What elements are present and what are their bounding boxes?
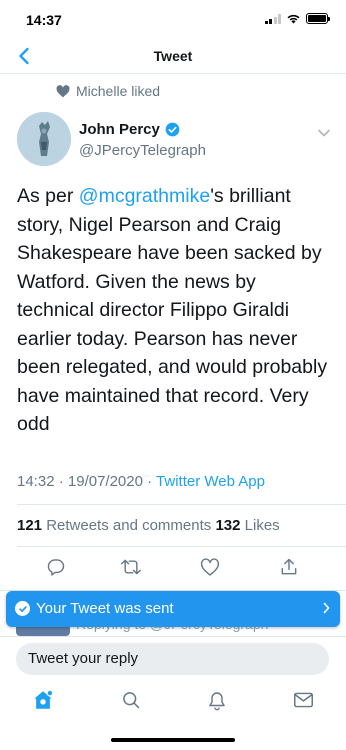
retweet-button[interactable]: [120, 556, 142, 578]
tab-bar: [0, 684, 346, 720]
chevron-down-icon: [318, 129, 330, 137]
tweet-text: As per @mcgrathmike's brilliant story, N…: [17, 182, 335, 439]
tab-notifications[interactable]: [205, 688, 229, 712]
home-icon: [34, 689, 54, 709]
heart-icon: [56, 84, 70, 97]
home-indicator[interactable]: [111, 738, 235, 742]
meta-separator: ·: [142, 473, 157, 490]
tweet-stats: 121 Retweets and comments 132 Likes: [17, 517, 280, 534]
signal-icon: [264, 13, 281, 24]
status-bar: 14:37: [0, 0, 346, 40]
comment-icon: [47, 559, 65, 576]
meta-separator: ·: [54, 473, 68, 490]
mention-link[interactable]: @mcgrathmike: [79, 185, 210, 207]
tab-messages[interactable]: [291, 688, 315, 712]
tab-search[interactable]: [119, 688, 143, 712]
likes-count: 132: [215, 517, 241, 534]
divider: [17, 546, 346, 547]
share-icon: [281, 558, 297, 575]
tweet-text-body: 's brilliant story, Nigel Pearson and Cr…: [17, 185, 328, 435]
avatar[interactable]: [17, 112, 71, 166]
status-time: 14:37: [26, 12, 62, 28]
retweets-stat[interactable]: 121 Retweets and comments: [17, 517, 215, 534]
author-name[interactable]: John Percy: [79, 121, 160, 138]
divider: [17, 504, 346, 505]
battery-icon: [306, 13, 330, 24]
search-icon: [123, 692, 140, 709]
tweet-source-link[interactable]: Twitter Web App: [156, 473, 265, 490]
reply-bar: Tweet your reply: [0, 636, 346, 684]
social-context[interactable]: Michelle liked: [56, 83, 160, 99]
like-button[interactable]: [199, 556, 221, 578]
comment-button[interactable]: [45, 556, 67, 578]
notifications-icon: [209, 691, 225, 710]
nav-bar: Tweet: [0, 40, 346, 74]
social-context-text: Michelle liked: [76, 83, 161, 99]
checkmark-icon: [15, 601, 30, 616]
tweet-time: 14:32: [17, 473, 55, 490]
author-name-row[interactable]: John Percy: [79, 121, 180, 138]
reply-input[interactable]: Tweet your reply: [16, 643, 329, 675]
tab-home[interactable]: [31, 688, 55, 712]
tweet-meta: 14:32 · 19/07/2020 · Twitter Web App: [17, 473, 265, 490]
messages-icon: [293, 692, 313, 708]
author-handle[interactable]: @JPercyTelegraph: [79, 142, 206, 159]
retweets-label: Retweets and comments: [42, 517, 216, 534]
toast-message: Your Tweet was sent: [36, 600, 174, 617]
like-icon: [200, 557, 220, 576]
retweets-count: 121: [17, 517, 43, 534]
tweet-date: 19/07/2020: [67, 473, 143, 490]
tweet-sent-toast[interactable]: Your Tweet was sent: [6, 591, 340, 627]
likes-label: Likes: [240, 517, 280, 534]
tweet-text-intro: As per: [17, 185, 79, 207]
retweet-icon: [121, 559, 141, 575]
tweet-options-button[interactable]: [318, 124, 330, 142]
share-button[interactable]: [278, 556, 300, 578]
status-icons: [264, 13, 330, 24]
likes-stat[interactable]: 132 Likes: [215, 517, 279, 534]
tweet-actions: [0, 556, 346, 580]
page-title: Tweet: [153, 48, 193, 64]
verified-badge-icon: [165, 122, 180, 137]
chevron-right-icon: [323, 602, 330, 614]
avatar-image: [17, 112, 71, 166]
wifi-icon: [287, 14, 300, 24]
